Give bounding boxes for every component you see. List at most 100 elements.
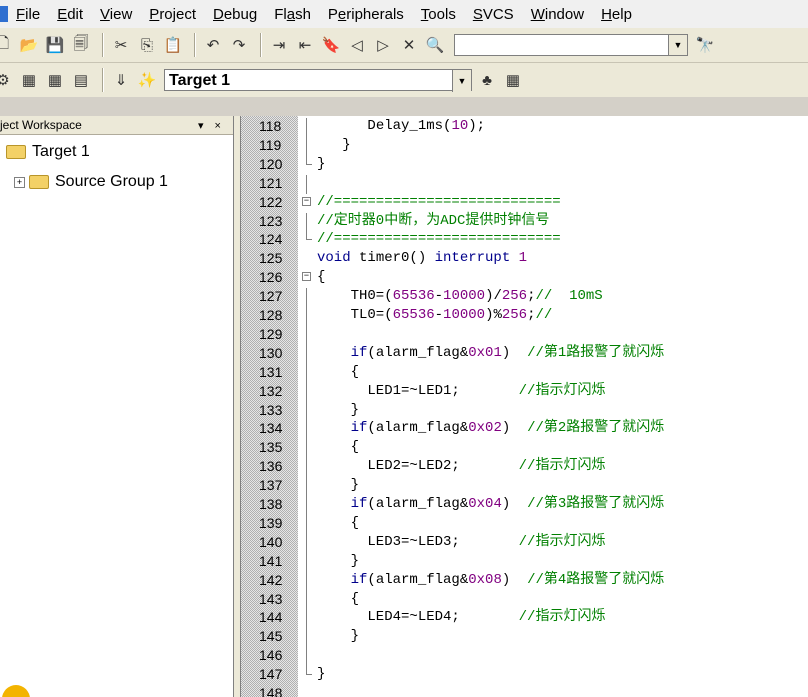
code-text: //=========================== [317, 231, 561, 248]
components-icon[interactable]: ♣ [476, 69, 498, 91]
save-icon[interactable]: 💾 [44, 34, 66, 56]
menu-window[interactable]: Window [531, 6, 584, 23]
logo-circle [2, 685, 30, 697]
code-line[interactable]: 139 { [241, 514, 808, 534]
code-line[interactable]: 137 } [241, 477, 808, 497]
workspace-title: ject Workspace [0, 118, 82, 132]
fold-marker [302, 307, 312, 326]
menu-edit[interactable]: Edit [57, 6, 83, 23]
chevron-down-icon[interactable]: ▼ [452, 70, 471, 92]
code-line[interactable]: 129 [241, 325, 808, 345]
save-all-icon[interactable]: 🗐 [70, 34, 92, 56]
unindent-icon[interactable]: ⇤ [294, 34, 316, 56]
line-number: 148 [259, 685, 283, 697]
splitter[interactable] [234, 116, 241, 697]
code-line[interactable]: 131 { [241, 363, 808, 383]
code-text: TL0=(65536-10000)%256;// [317, 307, 553, 323]
binoculars-icon[interactable]: 🔭 [694, 34, 716, 56]
fold-marker [302, 571, 312, 591]
toolbar-build: ⚙ ▦ ▦ ▤ ⇓ ✨ Target 1 ▼ ♣ ▦ [0, 63, 808, 97]
code-line[interactable]: 120} [241, 155, 808, 172]
code-editor[interactable]: 118 Delay_1ms(10); 119 } 120} 121 122−//====… [241, 116, 808, 697]
menu-bar: File Edit View Project Debug Flash Peripherals… [0, 0, 808, 28]
code-line[interactable]: 122 −//=========================== [241, 194, 808, 210]
fold-marker [302, 155, 312, 172]
tree-item-target[interactable]: Target 1 [6, 143, 90, 161]
code-line[interactable]: 127 TH0=(65536-10000)/256;// 10mS [241, 288, 808, 308]
code-line[interactable]: 143 { [241, 590, 808, 610]
paste-icon[interactable]: 📋 [162, 34, 184, 56]
find-icon[interactable]: 🔍 [424, 34, 446, 56]
code-line[interactable]: 124 //=========================== [241, 231, 808, 247]
menu-tools[interactable]: Tools [421, 6, 456, 23]
menu-peripherals[interactable]: Peripherals [328, 6, 404, 23]
line-number: 131 [259, 363, 283, 380]
target-select[interactable]: Target 1 ▼ [164, 69, 472, 92]
code-line[interactable]: 141 } [241, 552, 808, 572]
code-line[interactable]: 136 LED2=~LED2; //指示灯闪烁 [241, 458, 808, 478]
menu-help[interactable]: Help [601, 6, 632, 23]
line-number: 118 [259, 118, 282, 134]
code-line[interactable]: 118 Delay_1ms(10); [241, 118, 808, 137]
code-text: } [317, 666, 326, 683]
rebuild-icon[interactable]: ▤ [70, 69, 92, 91]
fold-marker [302, 325, 312, 345]
code-line[interactable]: 133 } [241, 401, 808, 421]
folder-icon [29, 175, 49, 189]
copy-icon[interactable]: ⎘ [136, 34, 158, 56]
code-line[interactable]: 121 [241, 174, 808, 194]
workspace-controls[interactable]: ▾ × [198, 119, 225, 132]
build-icon[interactable]: ▦ [44, 69, 66, 91]
bookmark-clear-icon[interactable]: ✕ [398, 34, 420, 56]
chevron-down-icon[interactable]: ▼ [668, 35, 687, 55]
code-line[interactable]: 148 [241, 685, 808, 697]
code-line[interactable]: 128 TL0=(65536-10000)%256;// [241, 307, 808, 326]
new-file-icon[interactable]: 🗋 [0, 34, 14, 56]
code-line[interactable]: 145 } [241, 628, 808, 648]
tree-item-source-group[interactable]: + Source Group 1 [14, 173, 168, 191]
code-text: { [317, 363, 360, 380]
cut-icon[interactable]: ✂ [110, 34, 132, 56]
line-number: 144 [259, 609, 283, 626]
code-line[interactable]: 135 { [241, 439, 808, 459]
menu-project[interactable]: Project [149, 6, 196, 23]
code-line[interactable]: 142 if(alarm_flag&0x08) //第4路报警了就闪烁 [241, 571, 808, 591]
expand-plus-icon[interactable]: + [14, 176, 25, 188]
books-icon[interactable]: ▦ [502, 69, 524, 91]
open-folder-icon[interactable]: 📂 [18, 34, 40, 56]
code-line[interactable]: 146 [241, 647, 808, 667]
code-line[interactable]: 134 if(alarm_flag&0x02) //第2路报警了就闪烁 [241, 420, 808, 440]
line-number: 141 [259, 552, 283, 569]
menu-flash[interactable]: Flash [274, 6, 311, 23]
code-line[interactable]: 132 LED1=~LED1; //指示灯闪烁 [241, 382, 808, 402]
download-icon[interactable]: ⇓ [110, 69, 132, 91]
fold-marker [302, 118, 312, 137]
line-number: 128 [259, 307, 283, 323]
fold-marker [302, 685, 312, 697]
code-line[interactable]: 126 −{ [241, 269, 808, 285]
code-line[interactable]: 125 void timer0() interrupt 1 [241, 250, 808, 266]
code-line[interactable]: 119 } [241, 136, 808, 156]
code-line[interactable]: 138 if(alarm_flag&0x04) //第3路报警了就闪烁 [241, 496, 808, 515]
bookmark-next-icon[interactable]: ▷ [372, 34, 394, 56]
menu-view[interactable]: View [100, 6, 132, 23]
menu-debug[interactable]: Debug [213, 6, 257, 23]
settings-icon[interactable]: ⚙ [0, 69, 14, 91]
code-line[interactable]: 144 LED4=~LED4; //指示灯闪烁 [241, 609, 808, 629]
code-line[interactable]: 130 if(alarm_flag&0x01) //第1路报警了就闪烁 [241, 344, 808, 364]
line-number: 123 [259, 212, 283, 229]
code-line[interactable]: 140 LED3=~LED3; //指示灯闪烁 [241, 533, 808, 553]
magic-wand-icon[interactable]: ✨ [136, 69, 158, 91]
bookmark-icon[interactable]: 🔖 [320, 34, 342, 56]
code-line[interactable]: 147} [241, 666, 808, 682]
indent-icon[interactable]: ⇥ [268, 34, 290, 56]
redo-icon[interactable]: ↷ [228, 34, 250, 56]
bookmark-prev-icon[interactable]: ◁ [346, 34, 368, 56]
code-line[interactable]: 123 //定时器0中断，为ADC提供时钟信号 [241, 212, 808, 232]
translate-icon[interactable]: ▦ [18, 69, 40, 91]
menu-file[interactable]: File [16, 6, 40, 23]
find-combo[interactable]: ▼ [454, 34, 688, 56]
fold-marker [302, 136, 312, 156]
undo-icon[interactable]: ↶ [202, 34, 224, 56]
menu-svcs[interactable]: SVCS [473, 6, 514, 23]
